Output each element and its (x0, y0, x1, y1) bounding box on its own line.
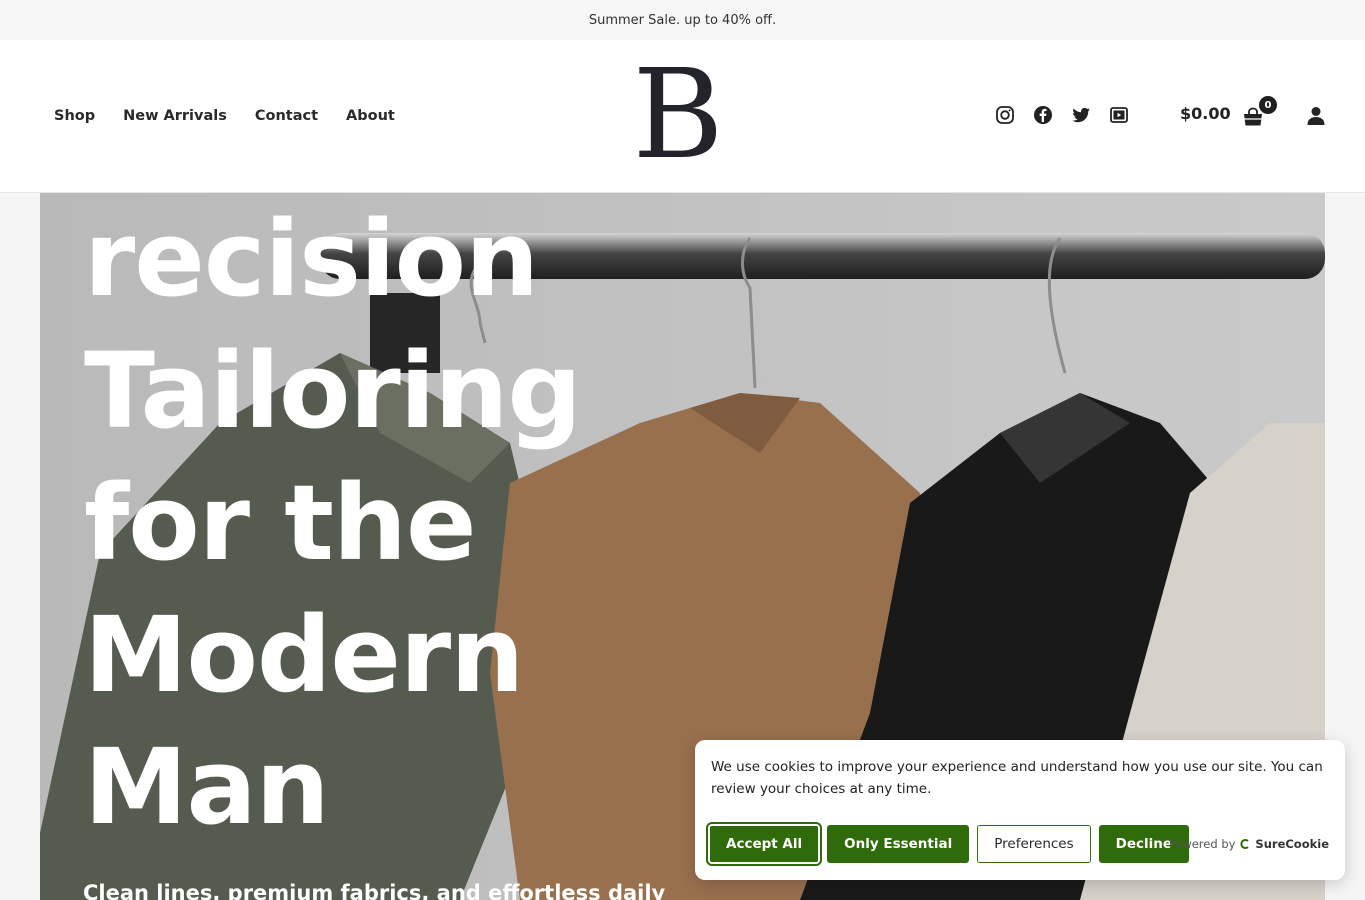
user-account-icon[interactable] (1305, 105, 1327, 127)
hero-title-line: for the (84, 462, 476, 584)
powered-by: Powered by SureCookie (1169, 837, 1329, 851)
instagram-icon[interactable] (995, 105, 1015, 125)
cookie-message: We use cookies to improve your experienc… (711, 759, 1323, 797)
hero-title-line: Man (84, 726, 330, 848)
youtube-icon[interactable] (1109, 105, 1129, 125)
cart-count-badge: 0 (1259, 96, 1277, 114)
cart-total[interactable]: $0.00 (1180, 104, 1231, 123)
facebook-icon[interactable] (1033, 105, 1053, 125)
cookie-consent-banner: We use cookies to improve your experienc… (695, 740, 1345, 880)
nav-about[interactable]: About (346, 108, 395, 124)
hero-title-line: Tailoring (84, 330, 582, 452)
hero-title-line: Modern (84, 594, 524, 716)
site-header: Shop New Arrivals Contact About B (0, 40, 1365, 193)
accept-all-button[interactable]: Accept All (705, 822, 823, 866)
preferences-button[interactable]: Preferences (977, 825, 1091, 863)
social-links (995, 105, 1129, 125)
twitter-icon[interactable] (1071, 105, 1091, 125)
announcement-bar: Summer Sale. up to 40% off. (0, 0, 1365, 40)
hero-subtitle: Clean lines, premium fabrics, and effort… (83, 881, 666, 900)
nav-shop[interactable]: Shop (54, 108, 95, 124)
only-essential-button[interactable]: Only Essential (827, 825, 970, 863)
main-nav: Shop New Arrivals Contact About (54, 40, 395, 192)
nav-new-arrivals[interactable]: New Arrivals (123, 108, 227, 124)
announcement-text: Summer Sale. up to 40% off. (588, 12, 777, 28)
hero-title: recision Tailoring for the Modern Man (84, 193, 784, 853)
powered-by-brand[interactable]: SureCookie (1255, 837, 1329, 851)
cookie-actions: Accept All Only Essential Preferences De… (705, 822, 1190, 866)
hero-title-line: recision (84, 198, 539, 320)
powered-by-label: Powered by (1168, 837, 1236, 851)
nav-contact[interactable]: Contact (255, 108, 318, 124)
surecookie-logo-icon (1240, 839, 1250, 849)
site-logo[interactable]: B (632, 52, 724, 178)
